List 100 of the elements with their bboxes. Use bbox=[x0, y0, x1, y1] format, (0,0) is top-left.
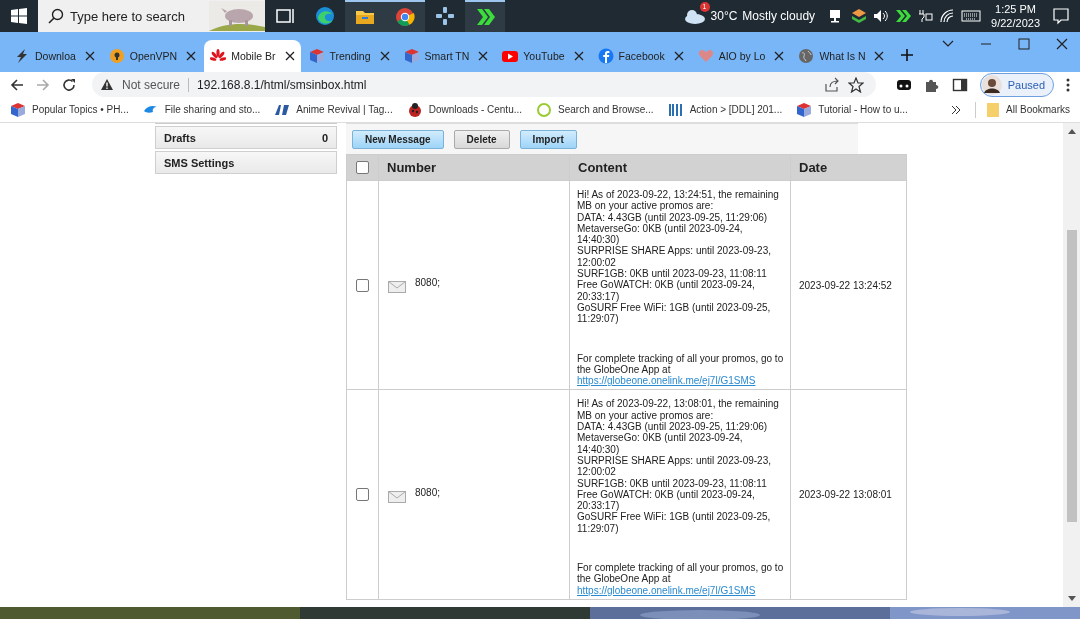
scroll-up-icon[interactable] bbox=[1067, 129, 1076, 134]
row-checkbox[interactable] bbox=[356, 278, 369, 292]
date-cell: 2023-09-22 13:08:01 bbox=[790, 389, 907, 600]
date-cell: 2023-09-22 13:24:52 bbox=[790, 180, 907, 390]
more-icon[interactable] bbox=[1066, 76, 1070, 93]
keyboard-icon[interactable] bbox=[961, 8, 982, 24]
chevrons-icon[interactable] bbox=[474, 6, 496, 28]
chrome-icon[interactable] bbox=[394, 6, 416, 28]
cube-icon bbox=[308, 48, 325, 64]
cube-icon bbox=[796, 101, 813, 118]
share-icon[interactable] bbox=[823, 76, 840, 93]
security-label: Not secure bbox=[122, 77, 190, 92]
select-all-checkbox[interactable] bbox=[356, 161, 369, 174]
lock-icon bbox=[108, 48, 125, 64]
browser-tab[interactable]: Trending bbox=[302, 40, 396, 72]
back-icon[interactable] bbox=[10, 77, 24, 92]
phone-number: 8080; bbox=[415, 486, 441, 498]
message-footer: For complete tracking of all your promos, go to the GlobeOne App at https://globeone.onelink.me/ej7l/G1SMS bbox=[577, 352, 785, 387]
folder-icon bbox=[986, 101, 1001, 118]
toolbar-button[interactable]: Import bbox=[519, 129, 577, 149]
star-icon[interactable] bbox=[847, 76, 864, 93]
message-link[interactable]: https://globeone.onelink.me/ej7l/G1SMS bbox=[577, 584, 756, 596]
sidebar-item[interactable]: Drafts 0 bbox=[155, 126, 337, 149]
sidebar-item[interactable]: SMS Settings bbox=[155, 151, 337, 174]
cloud-icon[interactable] bbox=[683, 8, 706, 24]
plug-icon[interactable] bbox=[917, 8, 934, 24]
search-icon bbox=[48, 8, 64, 24]
reload-icon[interactable] bbox=[62, 77, 76, 92]
column-header[interactable]: Number bbox=[378, 154, 570, 181]
browser-tab[interactable]: Facebook bbox=[591, 40, 690, 72]
message-footer: For complete tracking of all your promos, go to the GlobeOne App at https://globeone.onelink.me/ej7l/G1SMS bbox=[577, 562, 785, 596]
browser-tab[interactable]: What Is N bbox=[792, 40, 891, 72]
browser-tab[interactable]: OpenVPN bbox=[102, 40, 203, 72]
chevrons-icon[interactable] bbox=[951, 104, 962, 115]
new-tab-icon[interactable] bbox=[900, 48, 915, 62]
toolbar-button[interactable]: New Message bbox=[352, 129, 444, 149]
close-icon[interactable] bbox=[478, 51, 489, 61]
chevron-down-icon[interactable] bbox=[942, 40, 954, 48]
browser-tab[interactable]: YouTube bbox=[496, 40, 590, 72]
scrollbar[interactable] bbox=[1063, 123, 1080, 607]
envelope-icon bbox=[388, 281, 406, 294]
row-checkbox[interactable] bbox=[356, 488, 369, 502]
wifi-icon[interactable] bbox=[939, 8, 956, 24]
close-icon[interactable] bbox=[84, 51, 95, 61]
browser-tab[interactable]: AIO by Lo bbox=[691, 40, 791, 72]
close-icon[interactable] bbox=[673, 51, 684, 61]
edge-icon[interactable] bbox=[314, 5, 336, 27]
bookmark[interactable]: Popular Topics • PH... bbox=[10, 101, 129, 118]
heart-icon bbox=[697, 48, 714, 64]
envelope-icon bbox=[388, 490, 406, 503]
notifications-icon[interactable] bbox=[1052, 7, 1070, 25]
address-field[interactable]: Not secure 192.168.8.1/html/smsinbox.html bbox=[92, 72, 876, 97]
bookmark[interactable]: Anime Revival | Tag... bbox=[274, 101, 393, 118]
close-icon[interactable] bbox=[186, 51, 197, 61]
weather-condition: Mostly cloudy bbox=[742, 9, 816, 23]
toolbar-button[interactable]: Delete bbox=[453, 129, 510, 149]
maximize-icon[interactable] bbox=[1018, 38, 1030, 50]
message-link[interactable]: https://globeone.onelink.me/ej7l/G1SMS bbox=[577, 375, 756, 387]
bookmark[interactable]: Search and Browse... bbox=[536, 101, 654, 118]
browser-tab[interactable]: Smart TN bbox=[397, 40, 495, 72]
side-panel-icon[interactable] bbox=[951, 76, 968, 93]
bars-icon bbox=[667, 101, 684, 118]
close-icon[interactable] bbox=[874, 51, 885, 61]
facebook-icon bbox=[597, 48, 614, 64]
bookmark[interactable]: File sharing and sto... bbox=[142, 101, 261, 118]
close-icon[interactable] bbox=[284, 51, 295, 61]
gamepad-icon[interactable] bbox=[434, 5, 456, 27]
cube-icon bbox=[403, 48, 420, 64]
search-field[interactable]: Type here to search bbox=[38, 0, 265, 32]
close-icon[interactable] bbox=[1056, 38, 1068, 50]
item-count: 0 bbox=[321, 131, 328, 144]
close-icon[interactable] bbox=[573, 51, 584, 61]
profile-button[interactable]: Paused bbox=[979, 72, 1054, 97]
scroll-down-icon[interactable] bbox=[1067, 596, 1076, 601]
ring-icon bbox=[536, 101, 553, 118]
warning-icon bbox=[100, 78, 114, 91]
speaker-icon[interactable] bbox=[873, 8, 890, 24]
message-text: Hi! As of 2023-09-22, 13:24:51, the remaining MB on your active promos are: DATA: 4.43GB (until 2023-09-25, 11:29:06) MetaverseGo: 0KB (until 2023-09-24, 14:40:30) SURPRISE SHARE Apps: until 2023-09-23, 12:00:02 SURF1GB: 0KB until 2023-09-23, 11:08:11 Free GoWATCH: 0KB (until 2023-09-24, 20:33:17) GoSURF Free WiFi: 1GB (until 2023-09-25, 11:29:07) bbox=[577, 189, 780, 325]
browser-tab[interactable]: Downloa bbox=[8, 40, 101, 72]
flower-icon bbox=[210, 48, 227, 64]
globe-icon bbox=[798, 48, 815, 64]
bookmark[interactable]: Downloads - Centu... bbox=[406, 101, 523, 118]
phone-number: 8080; bbox=[415, 277, 441, 289]
play-icon bbox=[502, 48, 519, 64]
column-header[interactable]: Content bbox=[569, 154, 791, 181]
avatar-icon bbox=[981, 74, 1002, 95]
message-text: Hi! As of 2023-09-22, 13:08:01, the remaining MB on your active promos are: DATA: 4.43GB (until 2023-09-25, 11:29:06) MetaverseGo: 0KB (until 2023-09-24, 14:40:30) SURPRISE SHARE Apps: until 2023-09-23, 12:00:02 SURF1GB: 0KB until 2023-09-23, 11:08:11 Free GoWATCH: 0KB (until 2023-09-24, 20:33:17) GoSURF Free WiFi: 1GB (until 2023-09-25, 11:29:07) bbox=[577, 398, 780, 534]
chevrons-icon[interactable] bbox=[895, 8, 912, 24]
windows-icon[interactable] bbox=[11, 8, 27, 24]
close-icon[interactable] bbox=[379, 51, 390, 61]
bookmark[interactable]: Tutorial - How to u... bbox=[796, 101, 908, 118]
column-header[interactable]: Date bbox=[790, 154, 907, 181]
all-bookmarks-button[interactable]: All Bookmarks bbox=[975, 101, 1070, 118]
cube-icon bbox=[10, 101, 26, 118]
browser-tab[interactable]: Mobile Br bbox=[204, 40, 301, 72]
temperature: 30°C bbox=[710, 9, 738, 23]
close-icon[interactable] bbox=[774, 51, 785, 61]
bookmark[interactable]: Action > [DDL] 201... bbox=[667, 101, 783, 118]
stack-icon[interactable] bbox=[851, 8, 868, 24]
clock[interactable]: 1:25 PM 9/22/2023 bbox=[991, 2, 1040, 30]
